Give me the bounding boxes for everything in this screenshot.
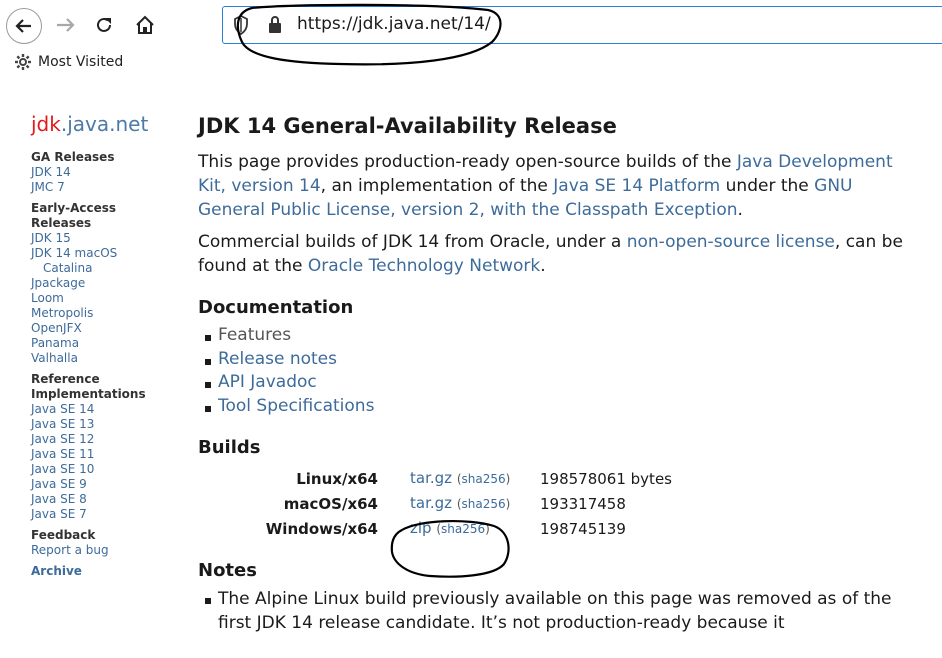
sidebar-heading-feedback: Feedback <box>31 528 96 542</box>
sidebar-item-openjfx[interactable]: OpenJFX <box>31 321 181 336</box>
sidebar-heading-reference-1: Reference <box>31 372 100 386</box>
gear-icon <box>15 54 31 70</box>
sidebar-item-metropolis[interactable]: Metropolis <box>31 306 181 321</box>
sidebar-item-jdk14[interactable]: JDK 14 <box>31 165 181 180</box>
platform-cell: macOS/x64 <box>283 494 378 513</box>
sidebar-item-jmc7[interactable]: JMC 7 <box>31 180 181 195</box>
browser-toolbar: https://jdk.java.net/14/ Most Visited <box>0 0 942 80</box>
commercial-paragraph: Commercial builds of JDK 14 from Oracle,… <box>198 232 903 276</box>
arrow-right-icon <box>57 18 75 32</box>
sidebar-item-javase14[interactable]: Java SE 14 <box>31 402 181 417</box>
sidebar-group-early-access: Early-Access Releases JDK 15 JDK 14 macO… <box>31 201 181 366</box>
sidebar-item-javase10[interactable]: Java SE 10 <box>31 462 181 477</box>
sidebar-item-catalina[interactable]: Catalina <box>31 261 181 276</box>
download-link[interactable]: tar.gz <box>410 469 452 487</box>
sidebar-item-jpackage[interactable]: Jpackage <box>31 276 181 291</box>
sidebar-item-loom[interactable]: Loom <box>31 291 181 306</box>
sidebar-item-valhalla[interactable]: Valhalla <box>31 351 181 366</box>
sidebar-item-javase7[interactable]: Java SE 7 <box>31 507 181 522</box>
sidebar-item-jdk15[interactable]: JDK 15 <box>31 231 181 246</box>
documentation-heading: Documentation <box>198 297 354 318</box>
main-content: JDK 14 General-Availability Release This… <box>198 112 908 635</box>
link-non-oss-license[interactable]: non-open-source license <box>627 232 835 252</box>
notes-list: The Alpine Linux build previously availa… <box>198 587 908 635</box>
list-item: API Javadoc <box>205 371 908 395</box>
hand-drawn-circle-annotation <box>390 519 510 578</box>
builds-heading: Builds <box>198 437 261 458</box>
bookmarks-label: Most Visited <box>38 54 124 70</box>
home-button[interactable] <box>130 10 160 40</box>
size-cell: 193317458 <box>540 494 626 513</box>
sidebar-item-panama[interactable]: Panama <box>31 336 181 351</box>
sidebar-item-javase13[interactable]: Java SE 13 <box>31 417 181 432</box>
reload-icon <box>97 17 111 32</box>
table-row: Linux/x64 tar.gz (sha256) 198578061 byte… <box>198 466 672 491</box>
download-link[interactable]: tar.gz <box>410 494 452 512</box>
page-title: JDK 14 General-Availability Release <box>198 114 617 138</box>
list-item: Tool Specifications <box>205 395 908 419</box>
bookmarks-toolbar-item[interactable]: Most Visited <box>14 53 123 71</box>
list-item: Features <box>205 324 908 348</box>
intro-paragraph: This page provides production-ready open… <box>198 152 893 220</box>
doc-tool-specs-link[interactable]: Tool Specifications <box>218 396 374 416</box>
size-cell: 198745139 <box>540 519 626 538</box>
sha256-link[interactable]: sha256 <box>462 472 506 486</box>
reload-button[interactable] <box>90 10 118 40</box>
forward-button[interactable] <box>52 10 80 40</box>
hand-drawn-circle-annotation <box>236 3 502 66</box>
sidebar-item-javase9[interactable]: Java SE 9 <box>31 477 181 492</box>
sidebar-group-ga: GA Releases JDK 14 JMC 7 <box>31 150 181 195</box>
sidebar-heading-early-access-2: Releases <box>31 216 92 230</box>
doc-features: Features <box>218 325 292 345</box>
sidebar: jdk.java.net GA Releases JDK 14 JMC 7 Ea… <box>31 112 181 579</box>
sidebar-item-archive[interactable]: Archive <box>31 564 181 579</box>
arrow-left-icon <box>15 19 31 33</box>
table-row: macOS/x64 tar.gz (sha256) 193317458 <box>198 491 672 516</box>
site-logo[interactable]: jdk.java.net <box>31 112 181 136</box>
sidebar-item-javase12[interactable]: Java SE 12 <box>31 432 181 447</box>
documentation-list: Features Release notes API Javadoc Tool … <box>198 324 908 418</box>
sidebar-group-reference: Reference Implementations Java SE 14 Jav… <box>31 372 181 522</box>
sidebar-item-javase11[interactable]: Java SE 11 <box>31 447 181 462</box>
sidebar-group-feedback: Feedback Report a bug <box>31 528 181 558</box>
link-otn[interactable]: Oracle Technology Network <box>308 256 540 276</box>
doc-release-notes-link[interactable]: Release notes <box>218 349 337 369</box>
size-cell: 198578061 bytes <box>540 469 672 488</box>
doc-api-javadoc-link[interactable]: API Javadoc <box>218 372 317 392</box>
sidebar-heading-reference-2: Implementations <box>31 387 146 401</box>
platform-cell: Linux/x64 <box>296 469 378 488</box>
sidebar-heading-early-access-1: Early-Access <box>31 201 117 215</box>
sidebar-item-javase8[interactable]: Java SE 8 <box>31 492 181 507</box>
link-java-se-platform[interactable]: Java SE 14 Platform <box>553 176 720 196</box>
sha256-link[interactable]: sha256 <box>462 497 506 511</box>
back-button[interactable] <box>6 8 42 44</box>
home-icon <box>136 15 154 34</box>
sidebar-heading-ga: GA Releases <box>31 150 115 164</box>
list-item: Release notes <box>205 348 908 372</box>
notes-heading: Notes <box>198 560 257 581</box>
list-item: The Alpine Linux build previously availa… <box>205 587 908 635</box>
sidebar-item-jdk14-macos[interactable]: JDK 14 macOS <box>31 246 181 261</box>
platform-cell: Windows/x64 <box>265 519 378 538</box>
sidebar-item-report-bug[interactable]: Report a bug <box>31 543 181 558</box>
